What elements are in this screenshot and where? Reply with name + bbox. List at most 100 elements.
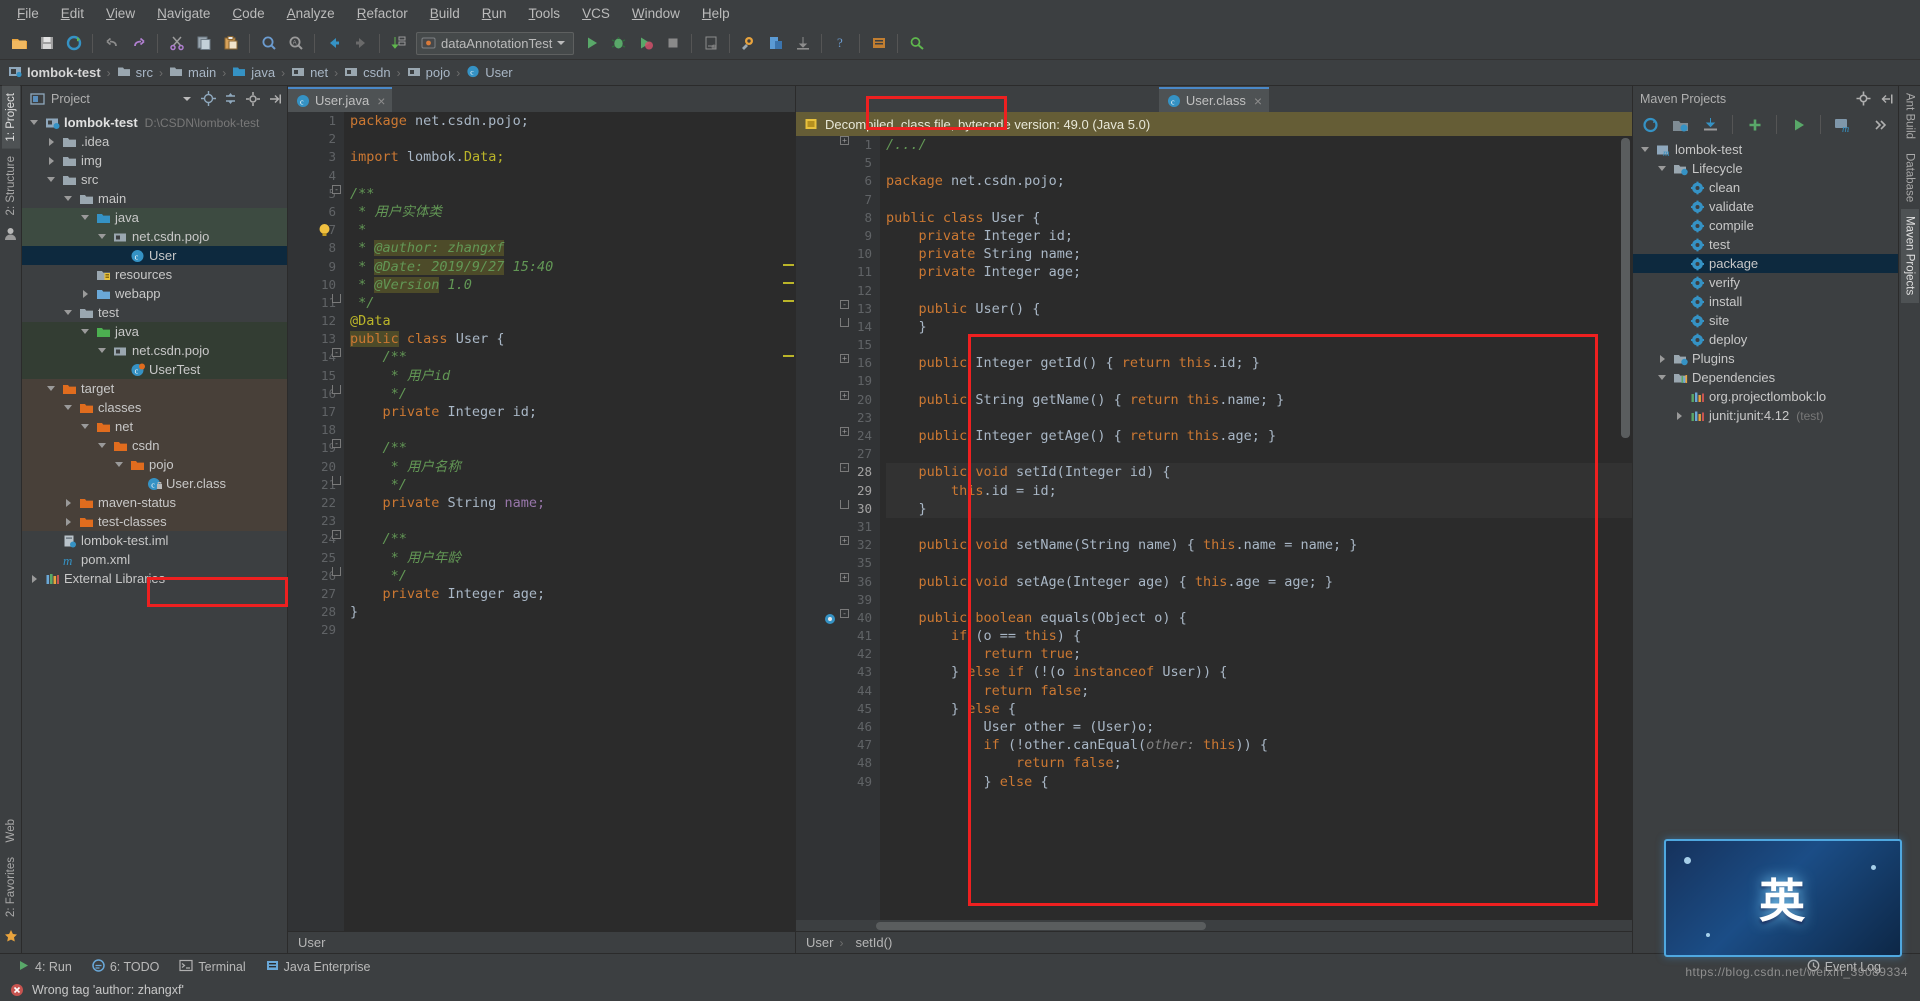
code-line[interactable]: public class User { (886, 209, 1632, 227)
maven-tree-item-junit-junit-4-12[interactable]: junit:junit:4.12 (test) (1633, 406, 1898, 425)
tree-item-main[interactable]: main (22, 189, 287, 208)
code-line[interactable] (886, 554, 1632, 572)
fold-expand-icon[interactable]: + (840, 536, 849, 546)
chevron-down-icon[interactable] (1658, 163, 1669, 174)
tree-item-webapp[interactable]: webapp (22, 284, 287, 303)
fold-end-icon[interactable] (332, 566, 341, 576)
tree-item-maven-status[interactable]: maven-status (22, 493, 287, 512)
locate-icon[interactable] (200, 90, 217, 107)
find-icon[interactable] (255, 31, 282, 56)
code-line[interactable] (886, 518, 1632, 536)
fold-collapse-icon[interactable]: - (840, 299, 849, 309)
tree-item-java[interactable]: java (22, 208, 287, 227)
breadcrumb-item-lombok-test[interactable]: lombok-test (8, 65, 107, 81)
code-content-left[interactable]: package net.csdn.pojo; import lombok.Dat… (344, 112, 795, 931)
update-project-icon[interactable] (762, 31, 789, 56)
fold-expand-icon[interactable]: + (840, 572, 849, 582)
menu-item-code[interactable]: Code (221, 3, 275, 24)
horizontal-scrollbar-right[interactable] (796, 920, 1632, 931)
fold-collapse-icon[interactable]: - (332, 184, 341, 194)
code-line[interactable]: private Integer id; (350, 403, 795, 421)
code-line[interactable]: public Integer getAge() { return this.ag… (886, 427, 1632, 445)
tree-item-test-classes[interactable]: test-classes (22, 512, 287, 531)
project-tree[interactable]: lombok-test D:\CSDN\lombok-test .idea img sr… (22, 111, 287, 953)
menu-item-view[interactable]: View (95, 3, 146, 24)
menu-item-vcs[interactable]: VCS (571, 3, 621, 24)
chevron-down-icon[interactable] (98, 440, 109, 451)
cut-icon[interactable] (163, 31, 190, 56)
undo-icon[interactable] (98, 31, 125, 56)
tree-item-img[interactable]: img (22, 151, 287, 170)
code-line[interactable]: import lombok.Data; (350, 148, 795, 166)
breadcrumb-item-java[interactable]: java (232, 65, 281, 81)
code-line[interactable] (886, 591, 1632, 609)
sync-icon[interactable] (60, 31, 87, 56)
chevron-right-icon[interactable] (81, 288, 92, 299)
code-line[interactable]: * (350, 221, 795, 239)
code-line[interactable]: */ (350, 567, 795, 585)
breadcrumb-class[interactable]: User (806, 935, 833, 950)
code-line[interactable]: * 用户名称 (350, 458, 795, 476)
code-line[interactable]: public String getName() { return this.na… (886, 391, 1632, 409)
menu-item-tools[interactable]: Tools (518, 3, 572, 24)
fold-expand-icon[interactable]: + (840, 354, 849, 364)
maven-tree-item-package[interactable]: package (1633, 254, 1898, 273)
fold-end-icon[interactable] (332, 293, 341, 303)
code-line[interactable]: */ (350, 294, 795, 312)
fold-collapse-icon[interactable]: - (840, 463, 849, 473)
code-line[interactable]: /** (350, 530, 795, 548)
code-line[interactable]: @Data (350, 312, 795, 330)
code-line[interactable] (886, 409, 1632, 427)
code-line[interactable]: private Integer age; (886, 263, 1632, 281)
chevron-down-icon[interactable] (557, 41, 566, 45)
generate-sources-icon[interactable] (1667, 112, 1694, 137)
tree-item-net[interactable]: net (22, 417, 287, 436)
code-line[interactable]: /.../ (886, 136, 1632, 154)
copy-icon[interactable] (190, 31, 217, 56)
menu-item-refactor[interactable]: Refactor (346, 3, 419, 24)
code-line[interactable]: package net.csdn.pojo; (886, 172, 1632, 190)
code-line[interactable]: public class User { (350, 330, 795, 348)
fold-end-icon[interactable] (840, 499, 849, 509)
chevron-right-icon[interactable] (47, 136, 58, 147)
chevron-down-icon[interactable] (64, 193, 75, 204)
chevron-down-icon[interactable] (64, 402, 75, 413)
chevron-down-icon[interactable] (47, 174, 58, 185)
tree-item-user[interactable]: c User (22, 246, 287, 265)
code-line[interactable] (886, 372, 1632, 390)
maven-tree-item-deploy[interactable]: deploy (1633, 330, 1898, 349)
tab-user-java[interactable]: c User.java × (288, 87, 393, 112)
tree-item-src[interactable]: src (22, 170, 287, 189)
tree-item-target[interactable]: target (22, 379, 287, 398)
maven-tree-item-site[interactable]: site (1633, 311, 1898, 330)
maven-tree-item-test[interactable]: test (1633, 235, 1898, 254)
star-icon[interactable] (4, 924, 18, 953)
bottom-tab-4-run[interactable]: 4: Run (8, 956, 81, 978)
tab-user-class[interactable]: c User.class × (1158, 87, 1270, 112)
menu-item-file[interactable]: File (6, 3, 50, 24)
code-line[interactable]: return false; (886, 754, 1632, 772)
tree-item-classes[interactable]: classes (22, 398, 287, 417)
code-line[interactable]: public boolean equals(Object o) { (886, 609, 1632, 627)
maven-tree-item-lombok-test[interactable]: m lombok-test (1633, 140, 1898, 159)
fold-expand-icon[interactable]: + (840, 390, 849, 400)
chevron-down-icon[interactable] (81, 326, 92, 337)
breadcrumb-item-csdn[interactable]: csdn (344, 65, 396, 81)
chevron-down-icon[interactable] (47, 383, 58, 394)
chevron-down-icon[interactable] (30, 117, 41, 128)
search-everywhere-icon[interactable] (903, 31, 930, 56)
code-line[interactable] (350, 512, 795, 530)
menu-item-run[interactable]: Run (471, 3, 518, 24)
code-line[interactable]: package net.csdn.pojo; (350, 112, 795, 130)
code-line[interactable]: public User() { (886, 300, 1632, 318)
maven-tree-item-validate[interactable]: validate (1633, 197, 1898, 216)
code-line[interactable]: private Integer id; (886, 227, 1632, 245)
maven-tree-item-verify[interactable]: verify (1633, 273, 1898, 292)
maven-tree-item-org-projectlombok-lo[interactable]: org.projectlombok:lo (1633, 387, 1898, 406)
build-icon[interactable] (735, 31, 762, 56)
code-line[interactable]: */ (350, 476, 795, 494)
code-line[interactable] (886, 191, 1632, 209)
tree-item-net-csdn-pojo[interactable]: net.csdn.pojo (22, 341, 287, 360)
tree-item-lombok-test-iml[interactable]: lombok-test.iml (22, 531, 287, 550)
tree-item-lombok-test[interactable]: lombok-test D:\CSDN\lombok-test (22, 113, 287, 132)
